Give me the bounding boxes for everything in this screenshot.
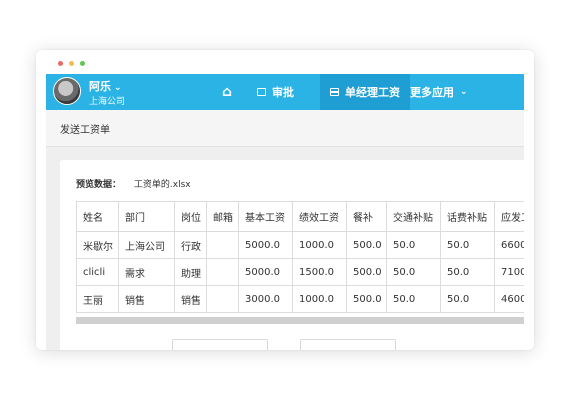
column-header: 绩效工资 <box>292 201 347 232</box>
column-header: 部门 <box>118 201 175 232</box>
config-field-1[interactable] <box>172 339 268 350</box>
column-header: 餐补 <box>346 201 387 232</box>
data-table: 姓名 部门 岗位 邮箱 基本工资 绩效工资 餐补 交通补贴 话费补贴 应发工 <box>76 201 524 313</box>
table-cell <box>206 258 239 286</box>
column-header: 基本工资 <box>238 201 293 232</box>
top-navbar: 阿乐 ⌄ 上海公司 ⌂ 审批 单经理工资 更多应用 ⌄ <box>46 74 524 110</box>
nav-more-apps[interactable]: 更多应用 ⌄ <box>410 74 468 110</box>
chevron-down-icon: ⌄ <box>114 83 122 93</box>
column-header: 邮箱 <box>206 201 239 232</box>
table-cell: 1000.0 <box>292 285 347 313</box>
maximize-dot[interactable] <box>80 61 85 66</box>
table-cell: 需求 <box>118 258 175 286</box>
user-menu[interactable]: 阿乐 ⌄ <box>89 78 122 94</box>
column-header: 姓名 <box>76 201 119 232</box>
close-dot[interactable] <box>58 61 63 66</box>
table-cell: 助理 <box>174 258 207 286</box>
app-content: 阿乐 ⌄ 上海公司 ⌂ 审批 单经理工资 更多应用 ⌄ 发送工资单 预览数据： … <box>46 74 524 350</box>
salary-icon <box>330 88 339 96</box>
nav-approve[interactable]: 审批 <box>257 74 294 110</box>
table-cell: 500.0 <box>346 231 387 259</box>
column-header: 应发工 <box>494 201 524 232</box>
approve-icon <box>257 88 266 96</box>
table-cell: 50.0 <box>440 231 495 259</box>
table-cell: 1000.0 <box>292 231 347 259</box>
chevron-down-icon: ⌄ <box>460 87 468 97</box>
preview-filename: 工资单的.xlsx <box>133 180 191 190</box>
table-cell: 50.0 <box>386 285 441 313</box>
nav-approve-label: 审批 <box>272 86 294 99</box>
table-cell: 5000.0 <box>238 231 293 259</box>
table-cell: clicli <box>76 258 119 286</box>
table-cell <box>206 285 239 313</box>
avatar[interactable] <box>53 77 81 105</box>
home-icon: ⌂ <box>221 84 233 100</box>
horizontal-scrollbar[interactable] <box>76 317 524 324</box>
table-cell: 500.0 <box>346 285 387 313</box>
table-cell: 6600 <box>494 231 524 259</box>
table-cell <box>206 231 239 259</box>
page-title: 发送工资单 <box>60 125 110 136</box>
table-cell: 50.0 <box>440 258 495 286</box>
nav-salary-label: 单经理工资 <box>345 86 400 99</box>
table-cell: 米歇尔 <box>76 231 119 259</box>
table-cell: 1500.0 <box>292 258 347 286</box>
company-name: 上海公司 <box>89 97 126 107</box>
nav-home[interactable]: ⌂ <box>216 74 238 110</box>
table-cell: 3000.0 <box>238 285 293 313</box>
nav-salary[interactable]: 单经理工资 <box>330 74 400 110</box>
table-cell: 50.0 <box>386 258 441 286</box>
window-controls <box>58 61 85 66</box>
table-row: 王丽 销售 销售 3000.0 1000.0 500.0 50.0 50.0 4… <box>76 285 524 313</box>
column-header: 岗位 <box>174 201 207 232</box>
nav-more-label: 更多应用 <box>410 86 454 99</box>
table-cell: 7100 <box>494 258 524 286</box>
table-row: clicli 需求 助理 5000.0 1500.0 500.0 50.0 50… <box>76 258 524 286</box>
table-cell: 500.0 <box>346 258 387 286</box>
table-cell: 王丽 <box>76 285 119 313</box>
username: 阿乐 <box>89 80 111 93</box>
data-table-container: 姓名 部门 岗位 邮箱 基本工资 绩效工资 餐补 交通补贴 话费补贴 应发工 <box>76 201 524 317</box>
column-header: 话费补贴 <box>440 201 495 232</box>
table-cell: 销售 <box>174 285 207 313</box>
page-header: 发送工资单 <box>46 110 524 147</box>
minimize-dot[interactable] <box>69 61 74 66</box>
table-cell: 50.0 <box>440 285 495 313</box>
table-cell: 销售 <box>118 285 175 313</box>
table-cell: 上海公司 <box>118 231 175 259</box>
table-header-row: 姓名 部门 岗位 邮箱 基本工资 绩效工资 餐补 交通补贴 话费补贴 应发工 <box>76 201 524 232</box>
table-cell: 50.0 <box>386 231 441 259</box>
preview-info: 预览数据： 工资单的.xlsx <box>76 177 191 190</box>
app-window: 阿乐 ⌄ 上海公司 ⌂ 审批 单经理工资 更多应用 ⌄ 发送工资单 预览数据： … <box>36 50 534 350</box>
table-cell: 4600 <box>494 285 524 313</box>
table-row: 米歇尔 上海公司 行政 5000.0 1000.0 500.0 50.0 50.… <box>76 231 524 259</box>
preview-card: 预览数据： 工资单的.xlsx 姓名 部门 岗位 邮箱 基本工资 绩效工资 餐补… <box>60 160 524 350</box>
preview-label: 预览数据： <box>76 180 122 190</box>
table-cell: 5000.0 <box>238 258 293 286</box>
config-field-2[interactable] <box>300 339 396 350</box>
column-header: 交通补贴 <box>386 201 441 232</box>
table-cell: 行政 <box>174 231 207 259</box>
